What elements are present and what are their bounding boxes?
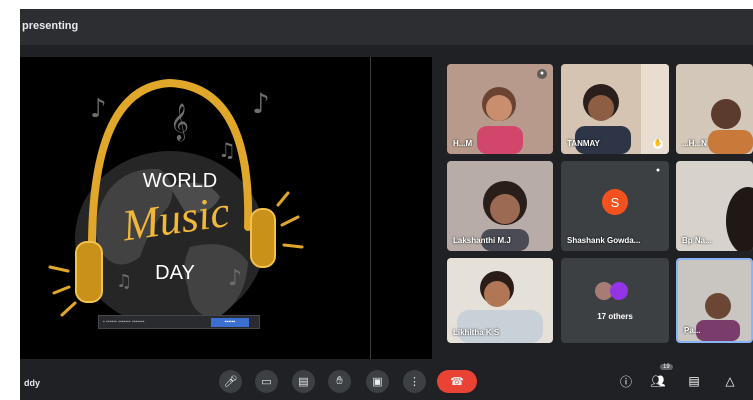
participant-name: Shashank Gowda... xyxy=(567,236,641,245)
leave-call-button[interactable]: ☎︎ xyxy=(437,370,477,393)
participant-tile[interactable]: ● H...M xyxy=(447,64,553,154)
control-bar: ddy 🎤︎ ▭ ▤ ✋︎ ▣ ⋮ ☎︎ ⓘ 👥︎ 19 ▤ △ xyxy=(20,359,753,400)
stage-divider xyxy=(370,57,371,359)
presentation-stage: ♪ 𝄞 ♪ ♫ ♪ ♫ WORLD Music DAY ▪ ▪▪▪▪▪▪ ▪▪▪… xyxy=(20,57,432,359)
others-avatars xyxy=(595,282,628,300)
slide-title-line3: DAY xyxy=(155,262,195,284)
captions-icon: ▤ xyxy=(298,376,309,388)
participant-name: ...H...N xyxy=(682,139,707,148)
present-icon: ▣ xyxy=(372,376,383,388)
participant-name: H...M xyxy=(453,139,473,148)
people-icon: 👥︎ xyxy=(650,374,666,388)
presenting-label: presenting xyxy=(22,20,79,32)
svg-text:♫: ♫ xyxy=(116,271,132,292)
more-vert-icon: ⋮ xyxy=(409,376,420,388)
participant-tile[interactable]: Bp Na... xyxy=(676,161,753,251)
chat-icon: ▤ xyxy=(688,374,700,388)
stop-sharing-button[interactable]: ▪▪▪▪▪▪ xyxy=(211,317,249,327)
participant-tile[interactable]: S ● Shashank Gowda... xyxy=(561,161,669,251)
mic-button[interactable]: 🎤︎ xyxy=(219,370,242,393)
participant-name: Bp Na... xyxy=(682,236,712,245)
activities-icon: △ xyxy=(725,374,735,388)
more-options-button[interactable]: ⋮ xyxy=(403,370,426,393)
shared-tab-text: ▪ ▪▪▪▪▪▪ ▪▪▪▪▪▪▪ ▪▪▪▪▪▪▪ xyxy=(103,319,145,325)
participant-tile[interactable]: Pa... xyxy=(676,258,753,343)
screenshot: presenting ♪ 𝄞 ♪ ♫ ♪ ♫ WORLD Music DAY ▪… xyxy=(0,0,753,400)
captions-button[interactable]: ▤ xyxy=(292,370,315,393)
mic-muted-icon: ✋ xyxy=(653,139,663,149)
activities-button[interactable]: △ xyxy=(720,371,740,391)
meeting-details-button[interactable]: ⓘ xyxy=(616,371,636,391)
avatar: S xyxy=(602,189,628,215)
participant-tile[interactable]: ...H...N xyxy=(676,64,753,154)
present-button[interactable]: ▣ xyxy=(366,370,389,393)
hand-icon: ✋︎ xyxy=(336,375,343,387)
svg-text:♪: ♪ xyxy=(228,266,242,291)
meeting-caption: ddy xyxy=(24,378,41,388)
others-count: 17 others xyxy=(597,312,633,321)
mic-icon: 🎤︎ xyxy=(223,376,238,388)
hang-up-icon: ☎︎ xyxy=(450,376,464,388)
camera-button[interactable]: ▭ xyxy=(255,370,278,393)
mic-muted-icon: ● xyxy=(653,166,663,176)
participant-tile[interactable]: ✋ TANMAY xyxy=(561,64,669,154)
people-button[interactable]: 👥︎ 19 xyxy=(648,364,673,391)
shared-tab-bar: ▪ ▪▪▪▪▪▪ ▪▪▪▪▪▪▪ ▪▪▪▪▪▪▪ ▪▪▪▪▪▪ xyxy=(98,315,260,329)
participant-name: Pa... xyxy=(684,326,701,335)
participant-name: TANMAY xyxy=(567,139,600,148)
raise-hand-button[interactable]: ✋︎ xyxy=(328,370,351,393)
camera-icon: ▭ xyxy=(261,376,272,388)
participant-tile[interactable]: Lakshanthi M.J xyxy=(447,161,553,251)
top-bar: presenting xyxy=(20,9,753,45)
svg-text:♫: ♫ xyxy=(218,138,236,162)
svg-text:♪: ♪ xyxy=(252,87,270,120)
participant-name: Likhitha K S xyxy=(453,328,500,337)
info-icon: ⓘ xyxy=(619,374,632,389)
meet-window: presenting ♪ 𝄞 ♪ ♫ ♪ ♫ WORLD Music DAY ▪… xyxy=(20,9,753,400)
participant-tile[interactable]: 17 others xyxy=(561,258,669,343)
headphone-left-cup xyxy=(75,241,103,303)
svg-text:𝄞: 𝄞 xyxy=(170,102,189,141)
participant-name: Lakshanthi M.J xyxy=(453,236,511,245)
participant-count-badge: 19 xyxy=(660,364,673,370)
headphone-right-cup xyxy=(250,208,276,268)
svg-text:♪: ♪ xyxy=(90,94,107,124)
chat-button[interactable]: ▤ xyxy=(684,371,704,391)
participant-tile[interactable]: Likhitha K S xyxy=(447,258,553,343)
mic-muted-icon: ● xyxy=(537,69,547,79)
